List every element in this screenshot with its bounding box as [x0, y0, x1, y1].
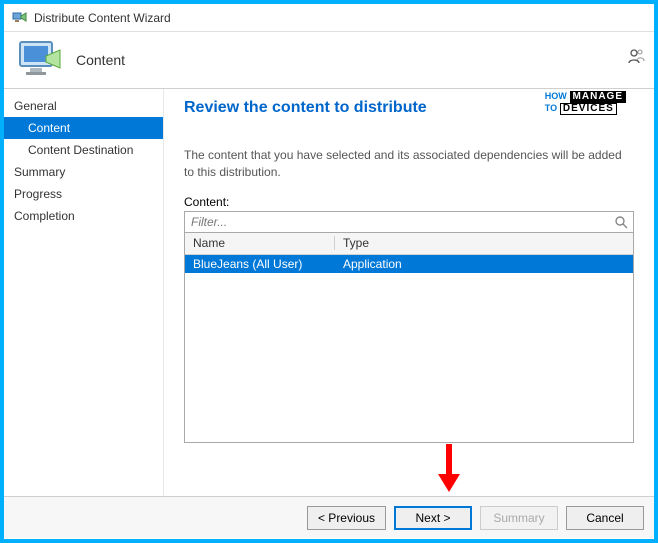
users-icon — [626, 46, 646, 69]
next-button[interactable]: Next > — [394, 506, 472, 530]
filter-input[interactable] — [185, 215, 609, 229]
wizard-header: Content — [4, 32, 654, 88]
cell-type: Application — [335, 257, 633, 271]
content-pane: HOW MANAGE TO DEVICES Review the content… — [164, 89, 654, 496]
watermark: HOW MANAGE TO DEVICES — [545, 91, 626, 115]
section-description: The content that you have selected and i… — [184, 147, 634, 181]
cancel-button[interactable]: Cancel — [566, 506, 644, 530]
sidebar-item-progress[interactable]: Progress — [4, 183, 163, 205]
wizard-sidebar: General Content Content Destination Summ… — [4, 89, 164, 496]
column-header-type[interactable]: Type — [335, 236, 633, 250]
content-list-label: Content: — [184, 195, 634, 209]
sidebar-item-general[interactable]: General — [4, 95, 163, 117]
window-title: Distribute Content Wizard — [34, 11, 171, 25]
titlebar: Distribute Content Wizard — [4, 4, 654, 32]
sidebar-item-content-destination[interactable]: Content Destination — [4, 139, 163, 161]
page-title: Content — [76, 52, 125, 68]
monitor-icon — [16, 38, 64, 82]
content-grid: Name Type BlueJeans (All User) Applicati… — [184, 233, 634, 443]
wizard-body: General Content Content Destination Summ… — [4, 88, 654, 496]
summary-button: Summary — [480, 506, 558, 530]
column-header-name[interactable]: Name — [185, 236, 335, 250]
wizard-footer: < Previous Next > Summary Cancel — [4, 496, 654, 538]
table-row[interactable]: BlueJeans (All User) Application — [185, 255, 633, 273]
filter-row — [184, 211, 634, 233]
cell-name: BlueJeans (All User) — [185, 257, 335, 271]
sidebar-item-completion[interactable]: Completion — [4, 205, 163, 227]
sidebar-item-content[interactable]: Content — [4, 117, 163, 139]
grid-header: Name Type — [185, 233, 633, 255]
sidebar-item-summary[interactable]: Summary — [4, 161, 163, 183]
search-icon[interactable] — [609, 212, 633, 232]
app-icon — [12, 10, 28, 26]
previous-button[interactable]: < Previous — [307, 506, 386, 530]
